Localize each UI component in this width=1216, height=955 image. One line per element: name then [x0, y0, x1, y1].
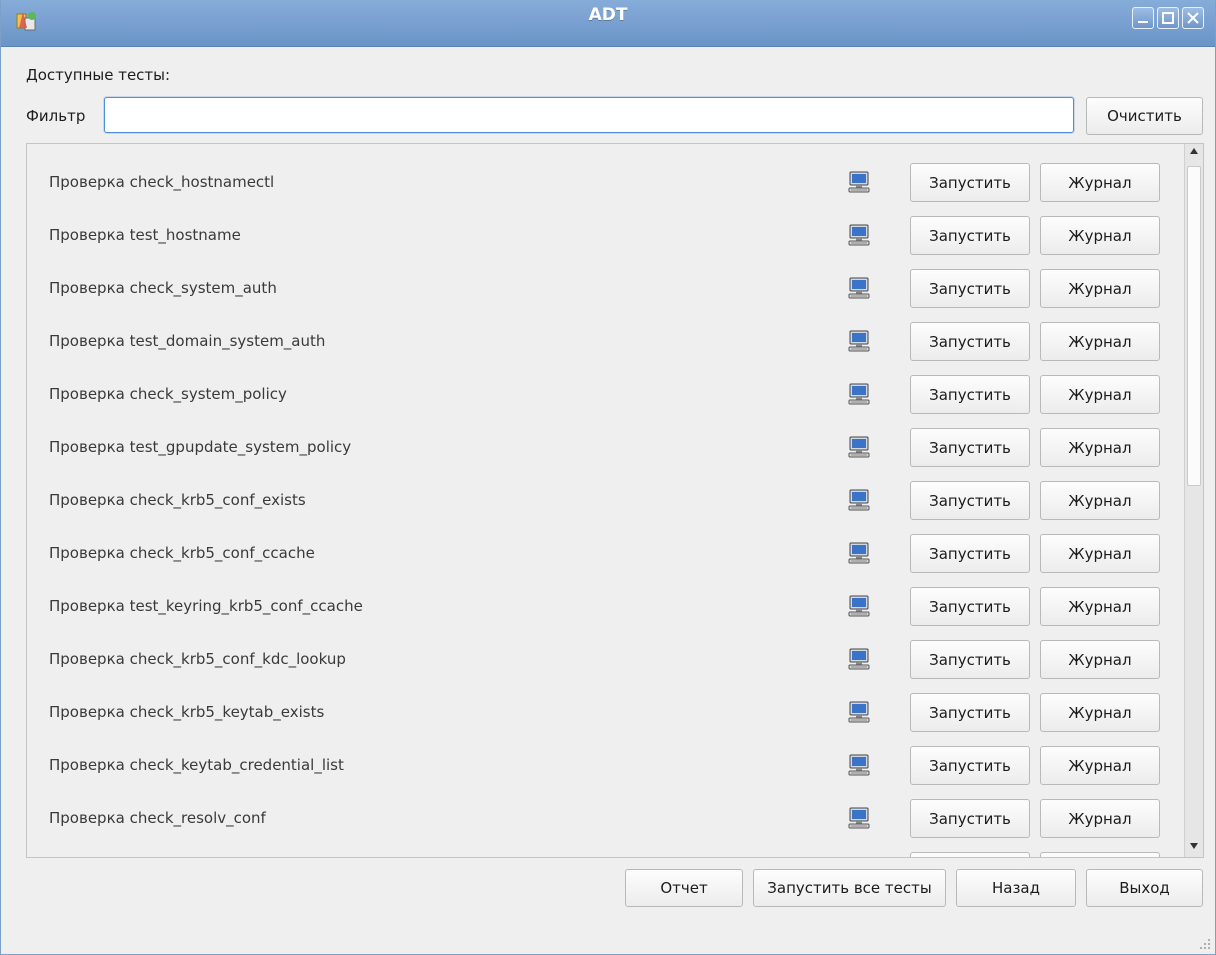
- test-log-button[interactable]: [1040, 852, 1160, 857]
- run-test-button[interactable]: Запустить: [910, 216, 1030, 255]
- test-label: Проверка check_keytab_credential_list: [49, 756, 344, 774]
- test-row: Проверка test_domain_system_auth Запустит…: [27, 315, 1183, 368]
- filter-label: Фильтр: [26, 107, 86, 125]
- computer-icon: [847, 700, 871, 724]
- scroll-thumb[interactable]: [1187, 166, 1201, 486]
- test-log-button[interactable]: Журнал: [1040, 322, 1160, 361]
- test-label: Проверка check_hostnamectl: [49, 173, 275, 191]
- test-label: Проверка check_krb5_conf_kdc_lookup: [49, 650, 346, 668]
- test-log-button[interactable]: Журнал: [1040, 746, 1160, 785]
- computer-icon: [847, 382, 871, 406]
- computer-icon: [847, 329, 871, 353]
- run-test-button[interactable]: Запустить: [910, 587, 1030, 626]
- test-row: Проверка test_hostname Запустить Журнал: [27, 209, 1183, 262]
- test-log-button[interactable]: Журнал: [1040, 375, 1160, 414]
- filter-input[interactable]: [104, 97, 1074, 133]
- test-row: Проверка check_krb5_conf_exists Запустить…: [27, 474, 1183, 527]
- test-label: Проверка test_hostname: [49, 226, 241, 244]
- close-icon: [1187, 12, 1199, 24]
- scroll-down-arrow-icon[interactable]: [1190, 843, 1198, 849]
- run-test-button[interactable]: Запустить: [910, 375, 1030, 414]
- test-label: Проверка test_gpupdate_system_policy: [49, 438, 352, 456]
- run-test-button[interactable]: Запустить: [910, 534, 1030, 573]
- computer-icon: [847, 223, 871, 247]
- run-test-button[interactable]: Запустить: [910, 428, 1030, 467]
- run-test-button[interactable]: Запустить: [910, 322, 1030, 361]
- computer-icon: [847, 753, 871, 777]
- test-log-button[interactable]: Журнал: [1040, 269, 1160, 308]
- test-log-button[interactable]: Журнал: [1040, 693, 1160, 732]
- test-log-button[interactable]: Журнал: [1040, 428, 1160, 467]
- run-test-button[interactable]: Запустить: [910, 481, 1030, 520]
- computer-icon: [847, 435, 871, 459]
- run-test-button[interactable]: Запустить: [910, 799, 1030, 838]
- test-row: Проверка check_krb5_conf_kdc_lookup Запус…: [27, 633, 1183, 686]
- available-tests-label: Доступные тесты:: [26, 66, 171, 84]
- test-label: Проверка check_system_policy: [49, 385, 287, 403]
- scroll-up-arrow-icon[interactable]: [1190, 148, 1198, 154]
- exit-button[interactable]: Выход: [1086, 869, 1203, 907]
- test-row: Проверка check_resolv_conf Запустить Журна…: [27, 792, 1183, 845]
- test-log-button[interactable]: Журнал: [1040, 216, 1160, 255]
- test-row: Проверка check_system_auth Запустить Журна…: [27, 262, 1183, 315]
- test-row: Проверка test_gpupdate_system_policy Запу…: [27, 421, 1183, 474]
- title-bar[interactable]: ADT: [1, 0, 1215, 47]
- run-test-button[interactable]: Запустить: [910, 693, 1030, 732]
- test-label: Проверка check_krb5_keytab_exists: [49, 703, 325, 721]
- run-test-button[interactable]: [910, 852, 1030, 857]
- test-log-button[interactable]: Журнал: [1040, 534, 1160, 573]
- run-test-button[interactable]: Запустить: [910, 746, 1030, 785]
- adt-window: ADT Доступные тесты: Фильтр Очистить Про…: [0, 0, 1216, 955]
- computer-icon: [847, 594, 871, 618]
- resize-grip-icon[interactable]: [1197, 936, 1211, 950]
- minimize-icon: [1138, 21, 1148, 23]
- window-title: ADT: [588, 5, 628, 25]
- test-log-button[interactable]: Журнал: [1040, 163, 1160, 202]
- test-label: Проверка check_krb5_conf_exists: [49, 491, 306, 509]
- test-row: Проверка check_keytab_credential_list Зап…: [27, 739, 1183, 792]
- report-button[interactable]: Отчет: [625, 869, 743, 907]
- test-row: Проверка check_system_policy Запустить Жур…: [27, 368, 1183, 421]
- test-log-button[interactable]: Журнал: [1040, 640, 1160, 679]
- test-row: Проверка check_hostnamectl Запустить Журна…: [27, 156, 1183, 209]
- run-test-button[interactable]: Запустить: [910, 640, 1030, 679]
- run-test-button[interactable]: Запустить: [910, 269, 1030, 308]
- test-label: Проверка test_keyring_krb5_conf_ccache: [49, 597, 363, 615]
- computer-icon: [847, 541, 871, 565]
- maximize-button[interactable]: [1157, 7, 1179, 29]
- test-row: Проверка check_krb5_conf_ccache Запустить…: [27, 527, 1183, 580]
- test-log-button[interactable]: Журнал: [1040, 799, 1160, 838]
- test-row: [27, 845, 1183, 857]
- test-label: Проверка check_krb5_conf_ccache: [49, 544, 315, 562]
- computer-icon: [847, 647, 871, 671]
- close-button[interactable]: [1182, 7, 1204, 29]
- computer-icon: [847, 276, 871, 300]
- minimize-button[interactable]: [1132, 7, 1154, 29]
- maximize-icon: [1162, 12, 1174, 24]
- back-button[interactable]: Назад: [956, 869, 1076, 907]
- test-label: Проверка test_domain_system_auth: [49, 332, 326, 350]
- computer-icon: [847, 488, 871, 512]
- run-all-tests-button[interactable]: Запустить все тесты: [753, 869, 946, 907]
- test-label: Проверка check_system_auth: [49, 279, 277, 297]
- test-label: Проверка check_resolv_conf: [49, 809, 266, 827]
- vertical-scrollbar[interactable]: [1184, 144, 1203, 857]
- computer-icon: [847, 170, 871, 194]
- test-row: Проверка test_keyring_krb5_conf_ccache За…: [27, 580, 1183, 633]
- computer-icon: [847, 806, 871, 830]
- test-log-button[interactable]: Журнал: [1040, 481, 1160, 520]
- tests-list[interactable]: Проверка check_hostnamectl Запустить Журна…: [26, 143, 1204, 858]
- test-log-button[interactable]: Журнал: [1040, 587, 1160, 626]
- clear-button[interactable]: Очистить: [1086, 97, 1203, 135]
- run-test-button[interactable]: Запустить: [910, 163, 1030, 202]
- test-row: Проверка check_krb5_keytab_exists Запусти…: [27, 686, 1183, 739]
